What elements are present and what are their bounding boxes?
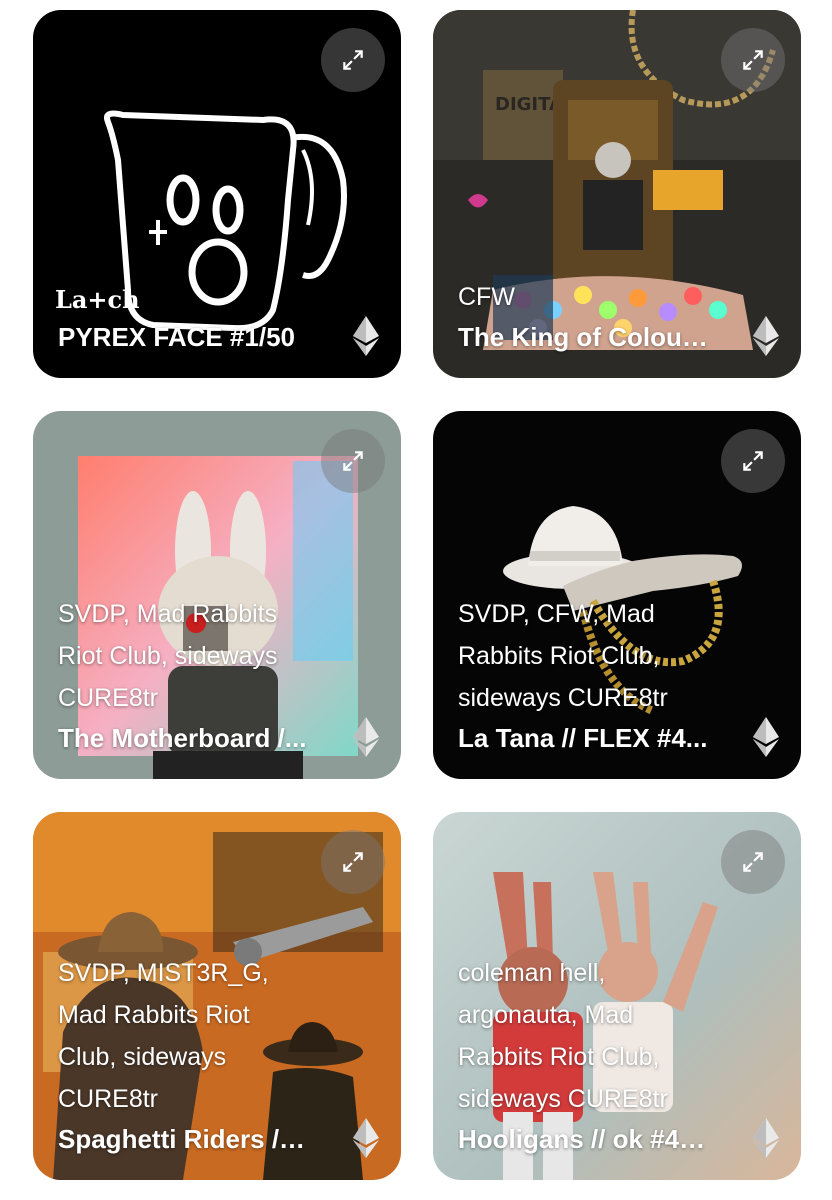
card-info: PYREX FACE #1/50 [58,318,311,356]
expand-button[interactable] [721,28,785,92]
nft-title: The King of Colour... [458,322,711,352]
nft-title: La Tana // FLEX #4... [458,723,708,753]
nft-creators: SVDP, MIST3R_G, Mad Rabbits Riot Club, s… [58,959,269,1113]
nft-title: The Motherboard /... [58,723,307,753]
card-info: CFW The King of Colour... [458,276,711,356]
card-info: SVDP, Mad Rabbits Riot Club, sideways CU… [58,593,311,757]
nft-card-spaghetti-riders[interactable]: SVDP, MIST3R_G, Mad Rabbits Riot Club, s… [33,812,401,1180]
nft-creators: coleman hell, argonauta, Mad Rabbits Rio… [458,959,668,1113]
nft-card-motherboard[interactable]: SVDP, Mad Rabbits Riot Club, sideways CU… [33,411,401,779]
expand-button[interactable] [321,830,385,894]
nft-creators: SVDP, CFW, Mad Rabbits Riot Club, sidewa… [458,600,668,712]
ethereum-icon [753,1118,779,1158]
nft-card-la-tana-flex[interactable]: SVDP, CFW, Mad Rabbits Riot Club, sidewa… [433,411,801,779]
expand-button[interactable] [321,28,385,92]
expand-icon [743,50,763,70]
expand-icon [743,852,763,872]
nft-creators: CFW [458,283,515,311]
nft-card-pyrex-face[interactable]: La+ch PYREX FACE #1/50 [33,10,401,378]
nft-card-king-of-colour[interactable]: DIGITAL DRUGS [433,10,801,378]
expand-icon [343,852,363,872]
nft-card-hooligans[interactable]: coleman hell, argonauta, Mad Rabbits Rio… [433,812,801,1180]
card-info: SVDP, MIST3R_G, Mad Rabbits Riot Club, s… [58,952,311,1158]
card-info: SVDP, CFW, Mad Rabbits Riot Club, sidewa… [458,593,711,757]
nft-grid: La+ch PYREX FACE #1/50 DIGITAL DRUGS [0,0,832,1200]
expand-icon [343,50,363,70]
expand-button[interactable] [721,830,785,894]
artist-signature: La+ch [55,285,140,314]
card-info: coleman hell, argonauta, Mad Rabbits Rio… [458,952,711,1158]
ethereum-icon [353,316,379,356]
nft-title: PYREX FACE #1/50 [58,322,295,352]
expand-button[interactable] [721,429,785,493]
ethereum-icon [753,316,779,356]
ethereum-icon [753,717,779,757]
expand-icon [743,451,763,471]
ethereum-icon [353,1118,379,1158]
nft-title: Spaghetti Riders // ... [58,1124,311,1154]
nft-creators: SVDP, Mad Rabbits Riot Club, sideways CU… [58,600,278,712]
expand-button[interactable] [321,429,385,493]
expand-icon [343,451,363,471]
nft-title: Hooligans // ok #40... [458,1124,711,1154]
ethereum-icon [353,717,379,757]
